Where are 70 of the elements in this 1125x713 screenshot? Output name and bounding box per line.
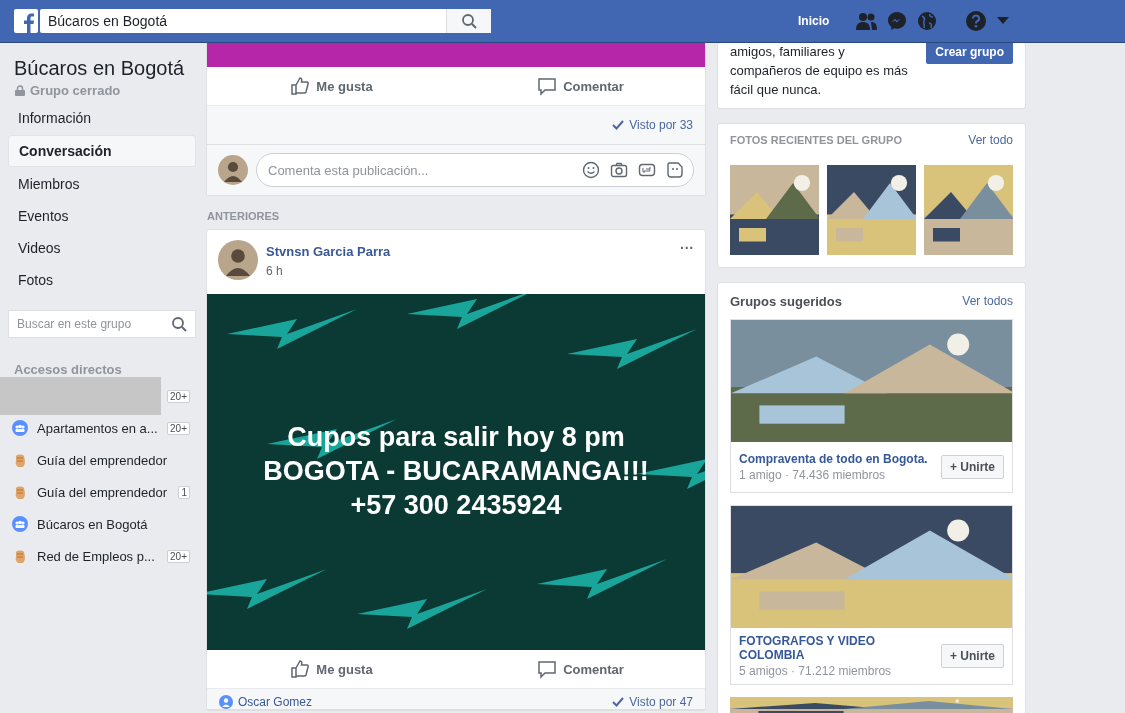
group-icon [12,420,28,436]
comment-button[interactable]: Comentar [456,67,705,105]
search-icon [461,13,477,29]
lock-icon [15,85,25,96]
search-field[interactable]: Buscar en este grupo [8,310,196,338]
nav-item[interactable]: Información [8,103,196,133]
nav-item[interactable]: Conversación [8,135,196,167]
avatar [218,155,248,185]
section-heading: Accesos directos [13,362,123,379]
nav-item[interactable]: Videos [8,233,196,263]
shortcut-link[interactable]: Guía del emprendedor [37,452,196,468]
dropdown-caret-icon[interactable] [997,17,1010,25]
privacy-label: Grupo cerrado [30,83,121,98]
messenger-icon[interactable] [887,11,908,31]
like-button[interactable]: Me gusta [207,650,456,688]
author-link[interactable]: Stvnsn Garcia Parra [266,244,672,259]
search-button[interactable] [446,9,491,33]
facebook-logo-icon [14,9,38,33]
search-icon [171,316,187,332]
avatar [218,240,258,280]
commenter-link[interactable]: Oscar Gomez [238,695,312,709]
see-all-link[interactable]: Ver todo [968,133,1013,147]
seen-count[interactable]: Visto por 33 [629,118,693,132]
camera-icon[interactable] [610,161,628,179]
more-options-button[interactable]: ··· [680,240,694,256]
timestamp-link[interactable]: 6 h [266,264,672,278]
like-icon [290,659,311,679]
shortcut-link[interactable]: Guía del emprendedor [37,484,179,500]
member-count: 1 amigo · 74.436 miembros [739,468,887,482]
group-title[interactable]: Búcaros en Bogotá [8,57,196,80]
like-icon [290,76,311,96]
emoji-icon[interactable] [582,161,600,179]
group-name-link[interactable]: Compraventa de todo en Bogota. [739,452,935,466]
post-text: Cupos para salir hoy 8 pm BOGOTA - BUCARAMANGA!!! +57 300 2435924 [263,421,649,522]
create-group-button[interactable]: Crear grupo [926,43,1013,64]
search-field[interactable]: Búcaros en Bogotá [40,9,491,33]
help-icon[interactable] [965,10,988,32]
seen-count[interactable]: Visto por 47 [629,695,693,709]
count-badge: 20+ [167,549,190,563]
group-name-link[interactable]: FOTOGRAFOS Y VIDEO COLOMBIA [739,634,935,662]
nav-item[interactable]: Fotos [8,265,196,295]
join-button[interactable]: + Unirte [941,644,1004,668]
check-icon [612,120,625,130]
member-count: 5 amigos · 71.212 miembros [739,664,893,678]
home-link[interactable]: Inicio [798,14,830,28]
check-icon [612,697,625,707]
comment-icon [537,659,558,679]
group-icon [12,516,28,532]
nav-item[interactable]: Eventos [8,201,196,231]
shortcut-link[interactable]: Red de Empleos p... [37,548,168,564]
sticker-icon[interactable] [666,161,684,179]
see-all-link[interactable]: Ver todos [962,294,1013,308]
comment-field[interactable]: Comenta esta publicación... [256,153,694,187]
section-heading: Grupos sugeridos [730,293,842,309]
gif-icon[interactable] [638,161,656,179]
count-badge: 1 [178,485,190,499]
count-badge: 20+ [167,389,190,403]
globe-icon[interactable] [917,11,938,31]
nav-item[interactable]: Miembros [8,169,196,199]
like-button[interactable]: Me gusta [207,67,456,105]
shortcut-link[interactable]: Apartamentos en a... [37,420,168,436]
count-badge: 20+ [167,421,190,435]
join-button[interactable]: + Unirte [941,455,1004,479]
comment-icon [537,76,558,96]
friends-icon[interactable] [855,12,878,30]
comment-button[interactable]: Comentar [456,650,705,688]
section-heading: FOTOS RECIENTES DEL GRUPO [730,134,902,146]
section-heading: ANTERIORES [207,210,281,222]
description-text: amigos, familiares y compañeros de equipo es más fácil que nunca. [730,43,909,99]
shortcut-link[interactable]: Búcaros en Bogotá [37,516,196,532]
